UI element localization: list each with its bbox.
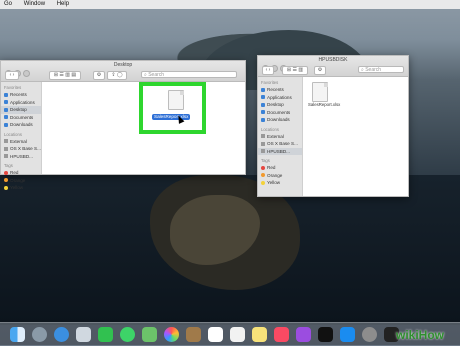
view-icons-button[interactable]: ⊞ ☰ ▥ ▤ [49,71,81,80]
disk-icon [4,139,8,143]
sidebar-item-external[interactable]: External [258,133,302,141]
appstore-icon[interactable] [340,327,355,342]
disk-icon [4,146,8,151]
desktop-icon [261,102,265,107]
sidebar-header-locations: Locations [4,131,22,137]
dock [0,322,460,346]
applications-icon [4,100,8,104]
clock-icon [261,87,265,92]
facetime-icon[interactable] [98,327,113,342]
sidebar: Favorites Recents Applications Desktop D… [1,82,42,190]
sidebar-tag-red[interactable]: Red [1,169,41,177]
settings-icon[interactable] [362,327,377,342]
search-field[interactable]: ⌕ Search [141,71,237,78]
sidebar-item-desktop[interactable]: Desktop [258,101,302,109]
reminders-icon[interactable] [230,327,245,342]
view-icons-button[interactable]: ⊞ ☰ ▥ [282,66,308,75]
applications-icon [261,95,265,99]
highlight-box: SalesReport.xlsx [139,82,206,134]
xlsx-file-icon[interactable] [168,90,184,110]
sidebar-item-osx-base[interactable]: OS X Base S... [258,140,302,148]
music-icon[interactable] [274,327,289,342]
window-title: HPUSBDISK [318,57,348,63]
zoom-button[interactable] [23,70,30,77]
finder-window-desktop: Desktop ‹ › ⊞ ☰ ▥ ▤ ⚙ ⇪ ◯ ⌕ Search Favor… [0,60,246,190]
menu-help[interactable]: Help [57,1,69,7]
usb-disk-icon [261,149,265,153]
sidebar-header-favorites: Favorites [4,85,22,90]
menu-go[interactable]: Go [4,1,12,7]
photos-icon[interactable] [76,327,91,342]
disk-icon [261,134,265,138]
download-icon [261,117,265,122]
watermark: wikiHow [396,328,445,342]
sidebar-item-downloads[interactable]: Downloads [258,116,302,124]
search-placeholder: Search [365,67,382,73]
desktop-icon [4,107,8,112]
menu-bar: Go Window Help [0,0,460,9]
tag-dot-icon [4,170,8,175]
notes-icon[interactable] [186,327,201,342]
finder-icon[interactable] [10,327,25,342]
calendar-icon[interactable] [208,327,223,342]
sidebar-tag-red[interactable]: Red [258,164,302,172]
search-placeholder: Search [148,72,165,78]
file-name-label[interactable]: SalesReport.xlsx [306,102,342,108]
document-icon [4,115,8,119]
sidebar-item-applications[interactable]: Applications [1,99,41,107]
sidebar-tag-yellow[interactable]: Yellow [258,179,302,187]
window-title: Desktop [113,62,133,68]
launchpad-icon[interactable] [32,327,47,342]
document-icon [261,110,265,114]
menu-window[interactable]: Window [24,1,45,7]
sidebar-header-favorites: Favorites [261,80,279,85]
safari-icon[interactable] [54,327,69,342]
tv-icon[interactable] [318,327,333,342]
sidebar-item-documents[interactable]: Documents [258,109,302,117]
sidebar: Favorites Recents Applications Desktop D… [258,77,303,196]
podcasts-icon[interactable] [296,327,311,342]
disk-icon [261,141,265,146]
tag-dot-icon [261,180,265,185]
sidebar-item-applications[interactable]: Applications [258,94,302,102]
xlsx-file-icon[interactable] [312,82,328,102]
sidebar-header-tags: Tags [4,163,13,168]
photos-app-icon[interactable] [164,327,179,342]
messages-icon[interactable] [120,327,135,342]
selected-file-name[interactable]: SalesReport.xlsx [152,114,191,120]
titlebar: HPUSBDISK ‹ › ⊞ ☰ ▥ ⚙ ⌕ Search [258,56,408,77]
tag-dot-icon [4,185,8,190]
sidebar-header-locations: Locations [261,126,279,132]
disk-icon [4,154,8,158]
search-field[interactable]: ⌕ Search [358,66,404,73]
share-button[interactable]: ⇪ ◯ [107,71,127,80]
sidebar-item-recents[interactable]: Recents [1,91,41,99]
sidebar-header-tags: Tags [261,158,270,163]
back-forward-button[interactable]: ‹ › [5,71,19,80]
sidebar-item-external[interactable]: External [1,138,41,146]
sidebar-tag-orange[interactable]: Orange [258,172,302,180]
action-gear-button[interactable]: ⚙ [314,66,326,75]
sidebar-item-desktop[interactable]: Desktop [1,106,41,114]
download-icon [4,122,8,127]
sidebar-tag-orange[interactable]: Orange [1,177,41,185]
file-area: SalesReport.xlsx [303,77,408,196]
finder-window-usb: HPUSBDISK ‹ › ⊞ ☰ ▥ ⚙ ⌕ Search Favorites… [257,55,409,197]
sidebar-item-hpusbdisk[interactable]: HPUSBD... [1,153,41,161]
tag-dot-icon [261,173,265,177]
sidebar-item-hpusbdisk[interactable]: HPUSBD... [258,147,302,155]
sidebar-item-documents[interactable]: Documents [1,114,41,122]
tag-dot-icon [261,165,265,170]
sidebar-tag-yellow[interactable]: Yellow [1,184,41,192]
back-forward-button[interactable]: ‹ › [262,66,274,75]
stickies-icon[interactable] [252,327,267,342]
maps-icon[interactable] [142,327,157,342]
titlebar: Desktop ‹ › ⊞ ☰ ▥ ▤ ⚙ ⇪ ◯ ⌕ Search [1,61,245,82]
sidebar-item-recents[interactable]: Recents [258,86,302,94]
sidebar-item-osx-base[interactable]: OS X Base S... [1,145,41,153]
sidebar-item-downloads[interactable]: Downloads [1,121,41,129]
tag-dot-icon [4,178,8,182]
clock-icon [4,92,8,97]
action-gear-button[interactable]: ⚙ [93,71,105,80]
